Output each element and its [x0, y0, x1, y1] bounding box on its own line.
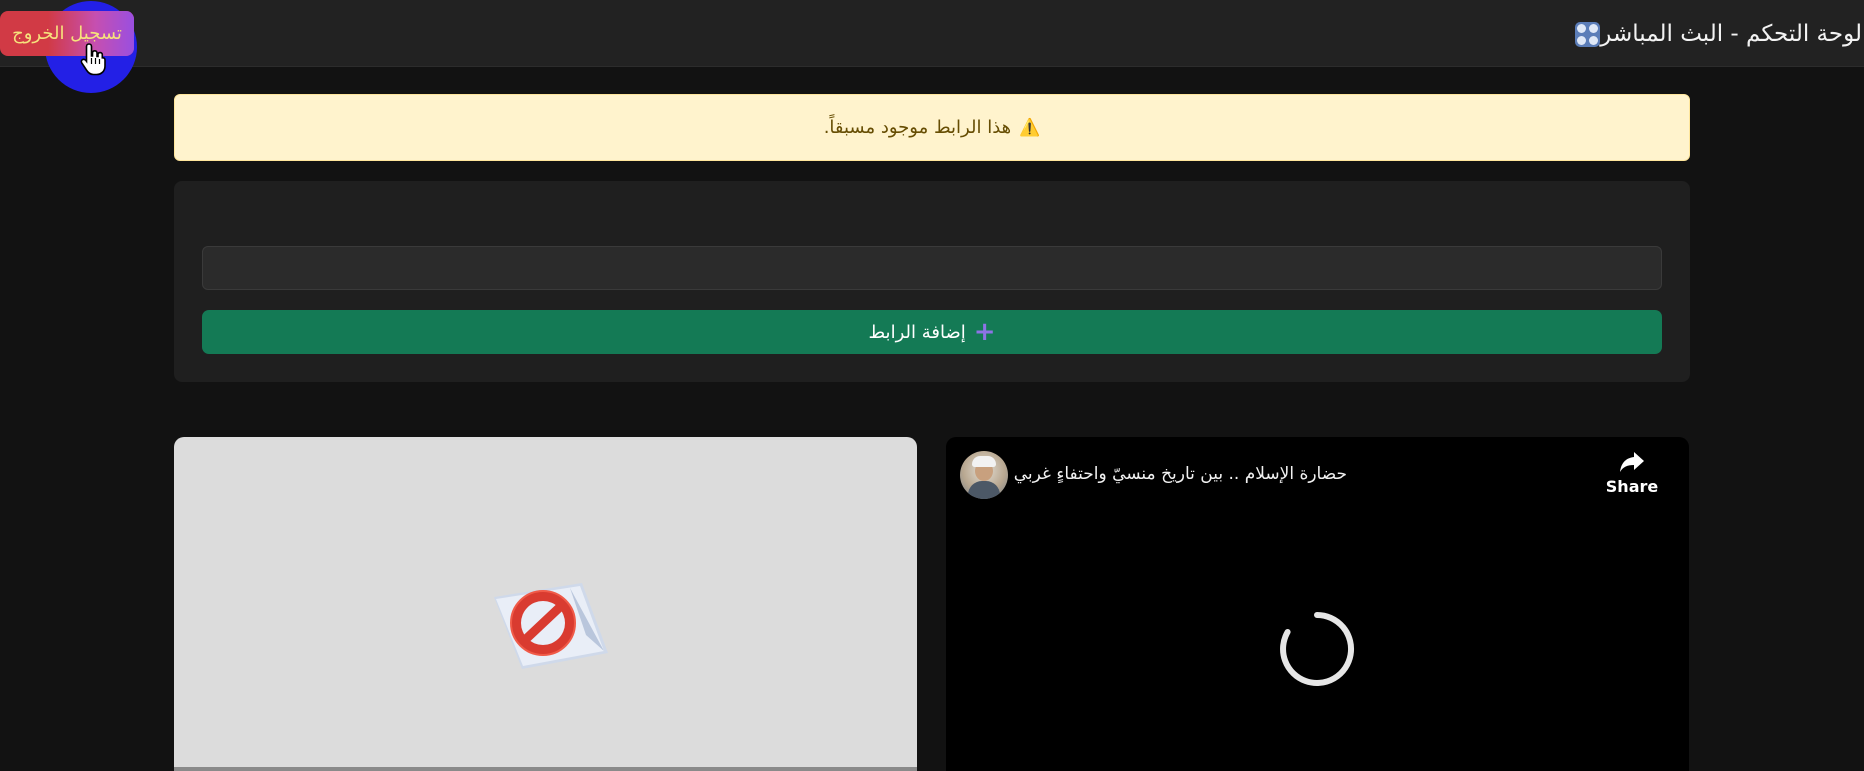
duplicate-link-alert: ⚠️ هذا الرابط موجود مسبقاً.: [174, 94, 1690, 161]
loading-spinner-icon: [1280, 612, 1355, 686]
navbar-brand: لوحة التحكم - البث المباشر: [1567, 17, 1862, 51]
top-navbar: لوحة التحكم - البث المباشر: [0, 0, 1864, 67]
add-link-button-label: إضافة الرابط: [868, 321, 966, 343]
add-link-form: + إضافة الرابط: [174, 181, 1690, 382]
video-tile-youtube[interactable]: حضارة الإسلام .. بين تاريخ منسيّ واحتفاء…: [946, 437, 1689, 771]
share-button[interactable]: Share: [1605, 451, 1659, 496]
url-input[interactable]: [202, 246, 1662, 290]
add-link-button[interactable]: + إضافة الرابط: [202, 310, 1662, 354]
video-tile-blocked[interactable]: [174, 437, 917, 771]
plus-icon: +: [973, 317, 996, 347]
share-label: Share: [1605, 477, 1659, 496]
logout-button-label: تسجيل الخروج: [12, 23, 122, 44]
page-title: لوحة التحكم - البث المباشر: [1600, 21, 1862, 47]
alert-text: هذا الرابط موجود مسبقاً.: [823, 117, 1012, 138]
dashboard-grid-icon: [1575, 21, 1601, 47]
warning-icon: ⚠️: [1019, 117, 1041, 138]
share-icon: [1620, 452, 1644, 472]
channel-avatar[interactable]: [960, 451, 1008, 499]
blocked-icon: [494, 583, 608, 669]
logout-button[interactable]: تسجيل الخروج: [0, 11, 134, 56]
hand-cursor-icon: [80, 43, 106, 76]
video-title[interactable]: حضارة الإسلام .. بين تاريخ منسيّ واحتفاء…: [1014, 464, 1347, 484]
